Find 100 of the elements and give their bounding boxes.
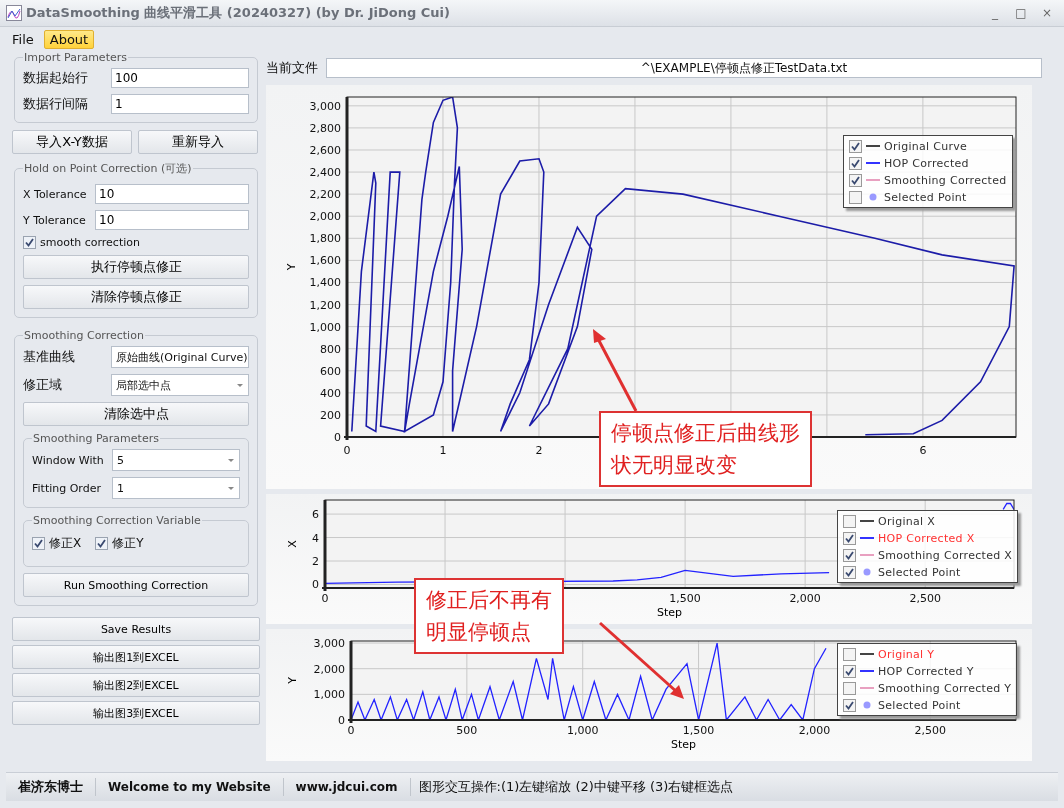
window-control[interactable]: _ xyxy=(984,6,1006,20)
dropdown[interactable]: 5 xyxy=(112,449,240,471)
window-control[interactable]: × xyxy=(1036,6,1058,20)
correction-button[interactable]: 清除停顿点修正 xyxy=(23,285,249,309)
checkbox[interactable] xyxy=(843,531,856,545)
file-path-field[interactable]: ^\EXAMPLE\停顿点修正TestData.txt xyxy=(326,58,1042,78)
group-title: Smoothing Correction xyxy=(23,329,145,342)
clear-button[interactable]: 清除选中点 xyxy=(23,402,249,426)
input-field[interactable]: 10 xyxy=(95,184,249,204)
legend-label[interactable]: HOP Corrected Y xyxy=(878,664,974,678)
import-button[interactable]: 重新导入 xyxy=(138,130,258,154)
axis-title: X xyxy=(286,540,299,548)
group-title: Import Parameters xyxy=(23,51,128,64)
tick-label: 0 xyxy=(343,444,351,457)
checkbox-label: 修正X xyxy=(49,535,82,552)
legend-label[interactable]: Smoothing Corrected X xyxy=(878,548,1013,562)
dropdown[interactable]: 局部选中点 xyxy=(111,374,249,396)
tick-label: 1,000 xyxy=(309,320,341,334)
caret-icon xyxy=(236,382,244,388)
checkbox[interactable] xyxy=(849,156,862,170)
axis-title: Step xyxy=(657,606,682,619)
tick-label: 1,000 xyxy=(313,688,345,702)
export-button[interactable]: Save Results xyxy=(12,617,260,641)
status-text: Welcome to my Website xyxy=(96,778,284,796)
input-field[interactable]: 10 xyxy=(95,210,249,230)
checkbox[interactable] xyxy=(843,647,856,661)
export-button[interactable]: 输出图3到EXCEL xyxy=(12,701,260,725)
tick-label: 1 xyxy=(439,444,447,457)
legend-label[interactable]: HOP Corrected X xyxy=(878,531,975,545)
field-label: 基准曲线 xyxy=(23,348,76,366)
tick-label: 600 xyxy=(320,364,341,378)
import-button[interactable]: 导入X-Y数据 xyxy=(12,130,132,154)
checkbox[interactable] xyxy=(849,139,862,153)
legend-label[interactable]: Smoothing Corrected Y xyxy=(878,681,1012,695)
checkbox[interactable] xyxy=(23,236,36,249)
tick-label: 2 xyxy=(535,444,543,457)
field-label: 当前文件 xyxy=(266,59,318,77)
tick-label: 2,200 xyxy=(309,188,341,202)
field-label: 数据起始行 xyxy=(23,69,89,87)
legend-label[interactable]: Selected Point xyxy=(884,190,967,204)
window-control[interactable]: □ xyxy=(1010,6,1032,20)
legend-label[interactable]: Selected Point xyxy=(878,698,961,712)
checkbox[interactable] xyxy=(843,514,856,528)
group-title: Hold on Point Correction (可选) xyxy=(23,161,193,176)
legend-label[interactable]: Original Y xyxy=(878,647,935,661)
correction-button[interactable]: 执行停顿点修正 xyxy=(23,255,249,279)
tick-label: 1,500 xyxy=(682,724,715,737)
checkbox[interactable] xyxy=(843,664,856,678)
tick-label: 2 xyxy=(312,555,319,568)
legend-label[interactable]: Original Curve xyxy=(884,139,968,153)
checkbox-label: smooth correction xyxy=(40,236,140,249)
tick-label: 2,500 xyxy=(909,592,941,605)
checkbox[interactable] xyxy=(843,681,856,695)
tick-label: 0 xyxy=(338,714,345,727)
menu-item[interactable]: About xyxy=(43,29,95,49)
export-button[interactable]: 输出图2到EXCEL xyxy=(12,673,260,697)
tick-label: 4 xyxy=(312,531,319,545)
tick-label: 1,400 xyxy=(309,276,341,290)
tick-label: 3,000 xyxy=(309,99,341,113)
field-label: 数据行间隔 xyxy=(23,95,89,113)
checkbox[interactable] xyxy=(849,173,862,187)
status-text: www.jdcui.com xyxy=(283,778,411,796)
checkbox[interactable] xyxy=(843,565,856,579)
axis-title: Step xyxy=(671,738,696,751)
tick-label: 2,000 xyxy=(313,662,345,676)
field-label: Window With xyxy=(32,453,105,467)
tick-label: 2,000 xyxy=(309,210,341,224)
export-button[interactable]: 输出图1到EXCEL xyxy=(12,645,260,669)
dropdown[interactable]: 1 xyxy=(112,477,240,499)
tick-label: 1,000 xyxy=(566,724,599,737)
dropdown[interactable]: 原始曲线(Original Curve) xyxy=(111,346,249,368)
legend-label[interactable]: Smoothing Corrected xyxy=(884,173,1007,187)
caret-icon xyxy=(227,485,235,491)
legend-label[interactable]: Selected Point xyxy=(878,565,961,579)
field-label: Fitting Order xyxy=(32,481,102,495)
legend-label[interactable]: Original X xyxy=(878,514,936,528)
field-label: X Tolerance xyxy=(23,187,88,201)
tick-label: 2,600 xyxy=(309,144,341,157)
checkbox-label: 修正Y xyxy=(112,535,144,552)
checkbox[interactable] xyxy=(843,698,856,712)
tick-label: 0 xyxy=(334,431,341,444)
run-button[interactable]: Run Smoothing Correction xyxy=(23,573,249,597)
tick-label: 1,200 xyxy=(309,298,341,312)
checkbox[interactable] xyxy=(849,190,862,204)
input-field[interactable]: 100 xyxy=(111,68,249,88)
tick-label: 1,500 xyxy=(669,592,701,605)
legend-label[interactable]: HOP Corrected xyxy=(884,156,969,170)
tick-label: 6 xyxy=(919,444,927,457)
menu-item[interactable]: File xyxy=(6,29,40,49)
status-text: 崔济东博士 xyxy=(6,778,96,796)
tick-label: 200 xyxy=(320,408,341,422)
checkbox[interactable] xyxy=(95,537,109,550)
checkbox[interactable] xyxy=(32,537,45,550)
field-label: Y Tolerance xyxy=(23,213,87,227)
checkbox[interactable] xyxy=(843,548,856,562)
tick-label: 800 xyxy=(320,342,341,356)
input-field[interactable]: 1 xyxy=(111,94,249,114)
app-icon xyxy=(6,5,22,21)
tick-label: 0 xyxy=(347,724,355,737)
window-title: DataSmoothing 曲线平滑工具 (20240327) (by Dr. JiDong Cui) xyxy=(26,4,451,22)
